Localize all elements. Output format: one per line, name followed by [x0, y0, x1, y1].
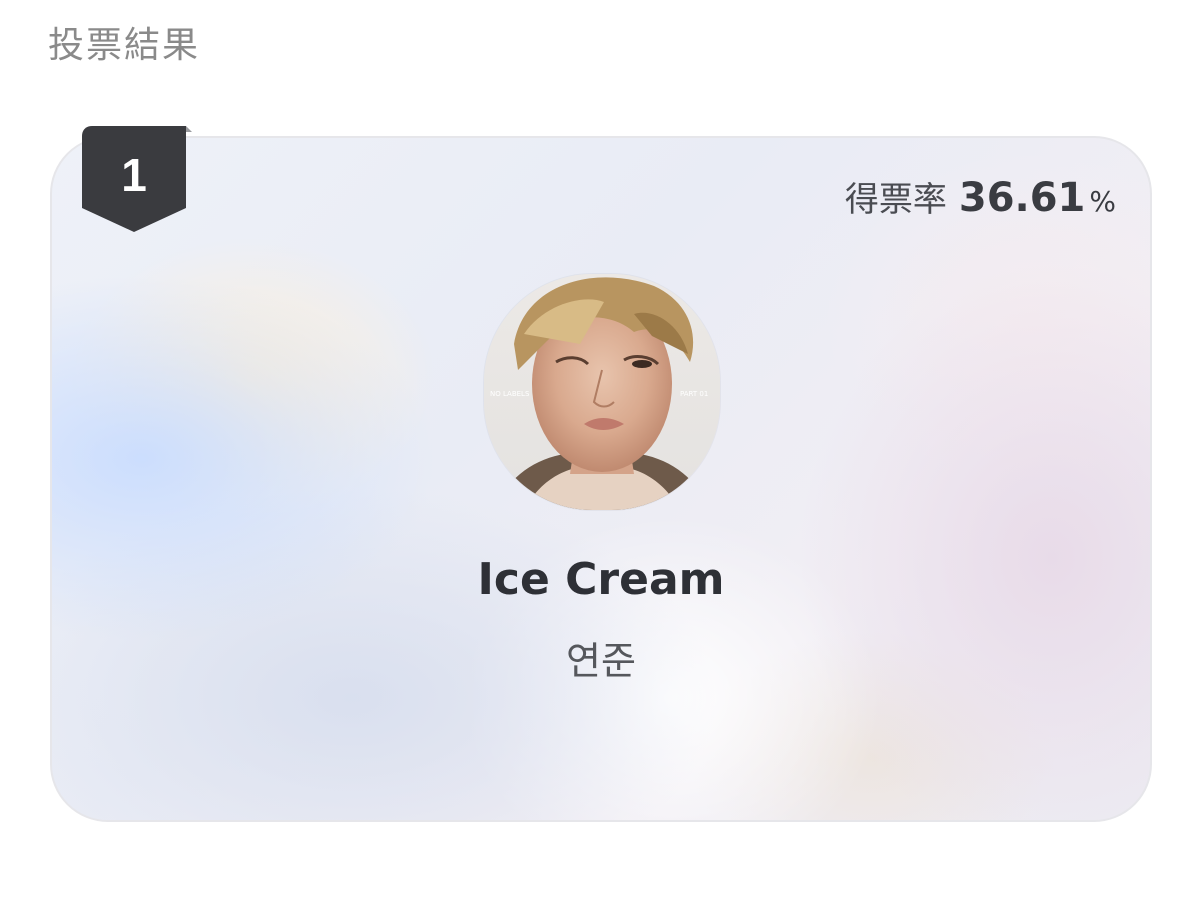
album-art-text-left: NO LABELS	[490, 390, 530, 398]
vote-rate-label: 得票率	[844, 180, 947, 220]
song-title: Ice Cream	[477, 554, 725, 605]
album-art-image: NO LABELS PART 01	[484, 274, 720, 510]
album-art-text-right: PART 01	[680, 390, 708, 398]
page-title: 投票結果	[48, 25, 201, 66]
vote-rate: 得票率 36.61 %	[845, 172, 1116, 221]
artist-name: 연준	[566, 639, 636, 683]
album-art: NO LABELS PART 01	[484, 274, 720, 510]
rank-number: 1	[121, 149, 147, 201]
vote-rate-unit: %	[1089, 185, 1116, 218]
vote-results-page: 投票結果 得票率 36.61 % NO LABELS PART 01 Ice C…	[0, 0, 1200, 902]
rank-badge: 1	[82, 126, 192, 240]
vote-rate-value: 36.61	[958, 175, 1086, 221]
result-card[interactable]: 得票率 36.61 % NO LABELS PART 01 Ice Cream …	[50, 136, 1152, 822]
